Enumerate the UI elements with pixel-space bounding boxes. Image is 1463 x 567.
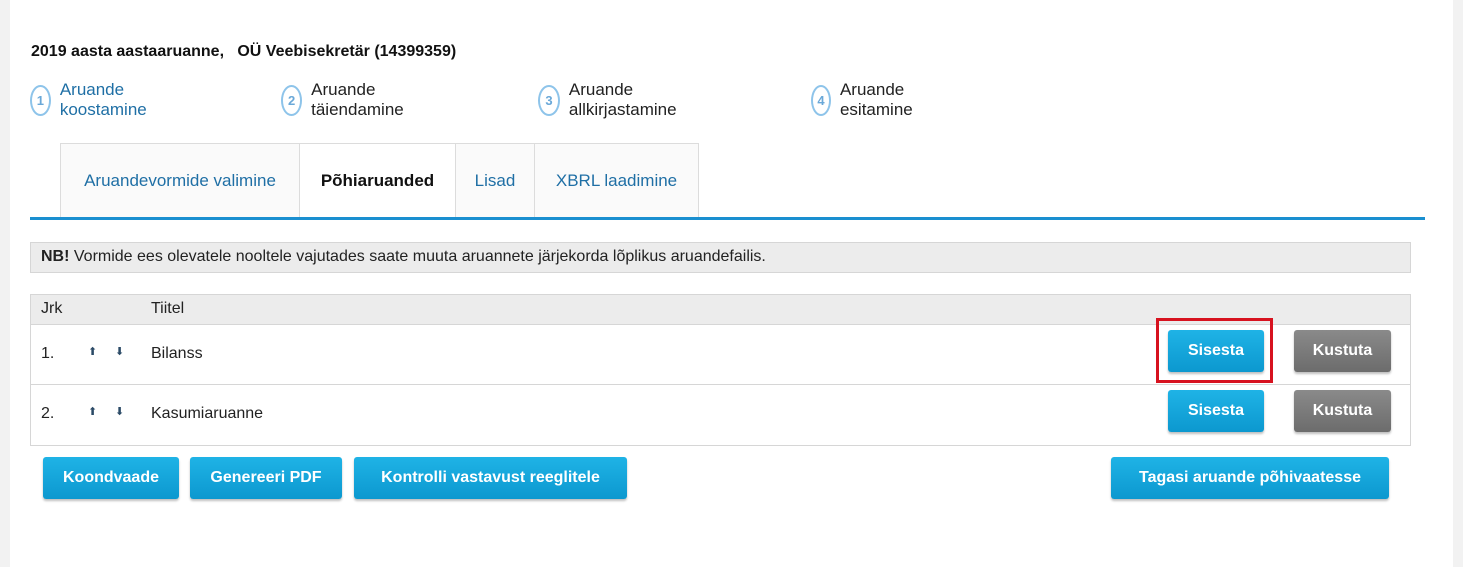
delete-button[interactable]: Kustuta: [1294, 390, 1391, 432]
row-title: Bilanss: [151, 345, 203, 362]
step-number-icon: 4: [811, 84, 831, 116]
page-title: 2019 aasta aastaaruanne, OÜ Veebisekretä…: [31, 43, 457, 60]
delete-button[interactable]: Kustuta: [1294, 330, 1391, 372]
row-order: 1.: [41, 345, 55, 362]
step-label: Aruande allkirjastamine: [568, 80, 677, 119]
notice-box: NB! Vormide ees olevatele nooltele vajut…: [30, 242, 1411, 273]
tab-main-reports[interactable]: Põhiaruanded: [299, 143, 456, 218]
enter-button[interactable]: Sisesta: [1168, 390, 1264, 432]
tab-form-selection[interactable]: Aruandevormide valimine: [60, 143, 300, 218]
notice-text: Vormide ees olevatele nooltele vajutades…: [69, 248, 766, 265]
arrow-up-icon[interactable]: ⬆: [88, 345, 97, 358]
column-header-title: Tiitel: [151, 300, 185, 317]
row-order: 2.: [41, 405, 55, 422]
summary-button[interactable]: Koondvaade: [43, 457, 179, 499]
arrow-down-icon[interactable]: ⬇: [115, 405, 124, 418]
step-4[interactable]: 4 Aruande esitamine: [811, 80, 924, 119]
notice-prefix: NB!: [41, 248, 70, 265]
step-number-icon: 1: [30, 84, 51, 116]
step-3[interactable]: 3 Aruande allkirjastamine: [538, 80, 686, 119]
table-row: 2. ⬆ ⬇ Kasumiaruanne Sisesta Kustuta: [31, 385, 1410, 445]
row-title: Kasumiaruanne: [151, 405, 264, 422]
back-button[interactable]: Tagasi aruande põhivaatesse: [1111, 457, 1389, 499]
highlight-box: [1156, 318, 1273, 383]
step-label: Aruande esitamine: [839, 80, 913, 119]
step-label: Aruande koostamine: [59, 80, 147, 119]
step-number-icon: 2: [281, 84, 303, 116]
step-number-icon: 3: [538, 84, 560, 116]
arrow-down-icon[interactable]: ⬇: [115, 345, 124, 358]
tab-xbrl-upload[interactable]: XBRL laadimine: [534, 143, 699, 218]
tab-appendices[interactable]: Lisad: [455, 143, 535, 218]
arrow-up-icon[interactable]: ⬆: [88, 405, 97, 418]
tab-underline: [30, 217, 1425, 220]
column-header-order: Jrk: [41, 300, 63, 317]
generate-pdf-button[interactable]: Genereeri PDF: [190, 457, 342, 499]
step-2[interactable]: 2 Aruande täiendamine: [281, 80, 414, 119]
report-page: 2019 aasta aastaaruanne, OÜ Veebisekretä…: [10, 0, 1453, 567]
step-1[interactable]: 1 Aruande koostamine: [30, 80, 157, 119]
step-label: Aruande täiendamine: [311, 80, 404, 119]
check-rules-button[interactable]: Kontrolli vastavust reeglitele: [354, 457, 627, 499]
